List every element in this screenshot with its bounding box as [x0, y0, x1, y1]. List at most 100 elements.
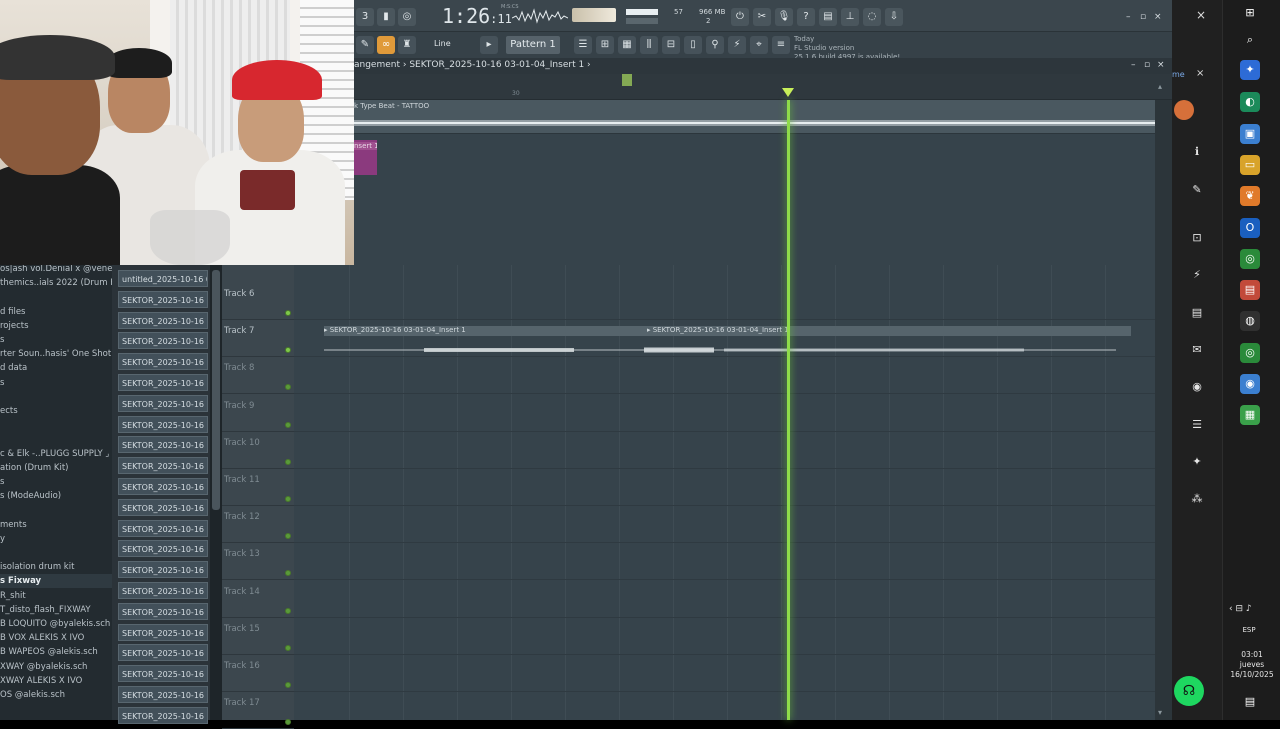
share-icon[interactable]: ⁂	[1187, 489, 1207, 509]
notifications-icon[interactable]: ▤	[1240, 692, 1260, 712]
browser-tree-item[interactable]: ation (Drum Kit)	[0, 461, 112, 475]
browser-tree-item[interactable]: s	[0, 475, 112, 489]
pattern-prev-icon[interactable]: ▸	[480, 36, 498, 54]
track-enable-led[interactable]	[285, 496, 291, 502]
app-icon-red[interactable]: ▤	[1240, 280, 1260, 300]
time-signature-button[interactable]: 3	[356, 8, 374, 26]
copilot-icon[interactable]: ✦	[1240, 60, 1260, 80]
browser-tree-item[interactable]: XWAY @byalekis.sch	[0, 660, 112, 674]
folder-icon[interactable]: ▭	[1240, 155, 1260, 175]
chrome-icon[interactable]: ◎	[1240, 249, 1260, 269]
chrome-profile-icon[interactable]: ◎	[1240, 343, 1260, 363]
loop-marker[interactable]	[622, 74, 632, 86]
track-enable-led[interactable]	[285, 533, 291, 540]
track-enable-led[interactable]	[285, 421, 291, 428]
browser-file-item[interactable]: SEKTOR_2025-10-16 02-...	[118, 415, 208, 433]
edit-icon[interactable]: ✎	[1187, 180, 1207, 200]
browser-file-item[interactable]: SEKTOR_2025-10-16 02-...	[118, 457, 208, 475]
track-header[interactable]: Track 12	[222, 506, 294, 544]
track-header[interactable]: Track 9	[222, 395, 294, 432]
snap-mode-select[interactable]: Line	[434, 39, 451, 48]
power-icon[interactable]: ⏻	[731, 8, 749, 26]
playlist-track-row[interactable]	[294, 618, 1155, 655]
browser-file-item[interactable]: SEKTOR_2025-10-16 03-...	[118, 665, 208, 683]
browser-tree-item[interactable]: B WAPEOS @alekis.sch	[0, 645, 112, 659]
timeline-ruler[interactable]: 30	[354, 74, 1172, 100]
screenshot-icon[interactable]: ⊡	[1187, 228, 1207, 248]
track-enable-led[interactable]	[285, 607, 291, 614]
maximize-icon[interactable]: ▫	[1140, 12, 1146, 22]
scroll-down-icon[interactable]: ▾	[1158, 708, 1162, 717]
browser-tree-item[interactable]	[0, 418, 112, 432]
browser-file-item[interactable]: SEKTOR_2025-10-16 02-...	[118, 623, 208, 641]
browser-file-item[interactable]: SEKTOR_2025-10-16 02-...	[118, 353, 208, 371]
browser-tree-item[interactable]: B VOX ALEKIS X IVO	[0, 631, 112, 645]
browser-file-item[interactable]: SEKTOR_2025-10-16 02-...	[118, 436, 208, 454]
browser-tree-item[interactable]: T_disto_flash_FIXWAY	[0, 603, 112, 617]
track-enable-led[interactable]	[285, 384, 291, 391]
track-header[interactable]: Track 10	[222, 432, 294, 469]
audio-clip-track7-header[interactable]: ▸ SEKTOR_2025-10-16 03-01-04_Insert 1 ▸ …	[324, 326, 1131, 336]
track-header[interactable]: Track 15	[222, 618, 294, 655]
pencil-icon[interactable]: ✎	[356, 36, 374, 54]
browser-file-item[interactable]: SEKTOR_2025-10-16 03-...	[118, 706, 208, 724]
windows-start-icon[interactable]: ⊞	[1240, 3, 1260, 23]
playlist-track-row[interactable]	[294, 432, 1155, 469]
browser-file-item[interactable]: untitled_2025-10-16 02-...	[118, 270, 208, 287]
window-close-icon[interactable]: ×	[1196, 8, 1206, 22]
channel-rack-icon[interactable]: ▦	[618, 36, 636, 54]
browser-file-item[interactable]: SEKTOR_2025-10-16 02-...	[118, 602, 208, 620]
browser-tree-item[interactable]: d files	[0, 305, 112, 319]
browser-tree-item[interactable]: ments	[0, 518, 112, 532]
playlist-track-row[interactable]	[294, 506, 1155, 544]
browser-tree-item[interactable]: y	[0, 532, 112, 546]
playlist-icon[interactable]: ☰	[574, 36, 592, 54]
browser-file-item[interactable]: SEKTOR_2025-10-16 02-...	[118, 478, 208, 495]
browser-file-item[interactable]: SEKTOR_2025-10-16 02-...	[118, 290, 208, 308]
mixer-icon[interactable]: ⫼	[640, 36, 658, 54]
outlook-icon[interactable]: O	[1240, 218, 1260, 238]
browser-tree-item[interactable]	[0, 503, 112, 517]
track-header[interactable]: Track 13	[222, 543, 294, 581]
track-header[interactable]: Track 17	[222, 692, 294, 729]
audio-clip-insert[interactable]: nsert 1	[354, 140, 377, 175]
browser-tree-item[interactable]: s Fixway	[0, 574, 112, 589]
browser-tree-item[interactable]: isolation drum kit	[0, 560, 112, 574]
playlist-minimize-icon[interactable]: –	[1131, 60, 1136, 70]
headset-icon[interactable]: ☊	[1174, 676, 1204, 706]
touch-icon[interactable]: ⚡	[728, 36, 746, 54]
track-header[interactable]: Track 8	[222, 357, 294, 395]
playlist-track-row[interactable]	[294, 692, 1155, 720]
playlist-track-row[interactable]	[294, 543, 1155, 581]
help-icon[interactable]: ?	[797, 8, 815, 26]
browser-file-item[interactable]: SEKTOR_2025-10-16 02-...	[118, 644, 208, 662]
browser-tree-item[interactable]	[0, 290, 112, 304]
browser-tree-item[interactable]: rojects	[0, 319, 112, 333]
stamp-icon[interactable]: ♜	[398, 36, 416, 54]
fl-studio-icon[interactable]: ❦	[1240, 186, 1260, 206]
playlist-track-row[interactable]	[294, 395, 1155, 432]
browser-tree-item[interactable]: R_shit	[0, 589, 112, 603]
browser-file-item[interactable]: SEKTOR_2025-10-16 03-...	[118, 686, 208, 703]
playlist-close-icon[interactable]: ×	[1157, 60, 1165, 70]
playlist-track-row[interactable]	[294, 469, 1155, 506]
playlist-vertical-scrollbar[interactable]: ▴ ▾	[1155, 82, 1172, 720]
info-icon[interactable]: ℹ	[1187, 142, 1207, 162]
audio-clip-track7-waveform[interactable]	[324, 336, 1116, 364]
browser-scroll-thumb[interactable]	[212, 270, 220, 510]
pattern-selector[interactable]: Pattern 1	[506, 36, 560, 54]
browser-tree-item[interactable]: XWAY ALEKIS X IVO	[0, 674, 112, 688]
browser-file-item[interactable]: SEKTOR_2025-10-16 02-...	[118, 311, 208, 329]
download-icon[interactable]: ⇩	[885, 8, 903, 26]
browser-file-list[interactable]: untitled_2025-10-16 02-... SEKTOR_2025-10…	[116, 265, 210, 724]
browser-scrollbar[interactable]	[210, 265, 222, 720]
scroll-up-icon[interactable]: ▴	[1158, 82, 1162, 91]
mic-icon[interactable]: 🎙	[775, 8, 793, 26]
track-header[interactable]: Track 6	[222, 283, 294, 320]
plugin-icon[interactable]: ⊥	[841, 8, 859, 26]
track-enable-led[interactable]	[285, 458, 291, 465]
track-enable-led[interactable]	[285, 310, 291, 316]
browser-file-item[interactable]: SEKTOR_2025-10-16 02-...	[118, 582, 208, 599]
browser-tree-item[interactable]: s	[0, 333, 112, 347]
audio-clip-beat[interactable]: k Type Beat - TATTOO	[354, 100, 1155, 134]
